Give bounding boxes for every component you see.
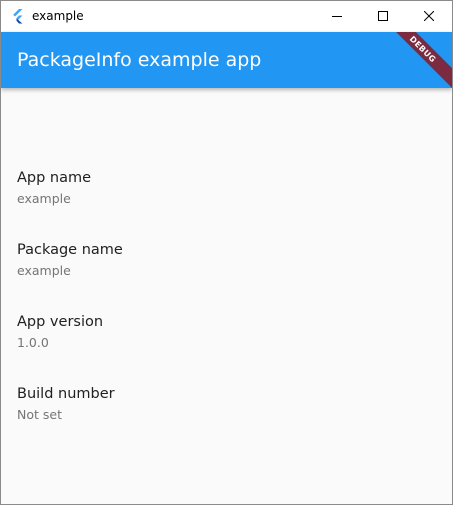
app-window: example PackageInfo example app DEBUG Ap… xyxy=(0,0,453,505)
list-item-subtitle: example xyxy=(17,263,71,278)
flutter-logo-icon xyxy=(10,8,26,24)
list-item-subtitle: example xyxy=(17,191,71,206)
debug-banner: DEBUG xyxy=(379,32,452,88)
list-item-title: Build number xyxy=(17,386,115,402)
list-item-app-version: App version 1.0.0 xyxy=(17,313,103,351)
debug-banner-label: DEBUG xyxy=(408,34,438,64)
list-item-app-name: App name example xyxy=(17,169,91,207)
app-bar-title: PackageInfo example app xyxy=(17,49,262,71)
list-item-subtitle: 1.0.0 xyxy=(17,335,49,350)
window-title: example xyxy=(32,9,84,23)
close-icon xyxy=(424,11,434,21)
list-item-title: Package name xyxy=(17,242,123,258)
maximize-icon xyxy=(378,11,388,21)
list-item-title: App name xyxy=(17,170,92,186)
close-button[interactable] xyxy=(406,1,452,31)
list-item-package-name: Package name example xyxy=(17,241,123,279)
app-bar: PackageInfo example app DEBUG xyxy=(1,32,452,88)
minimize-button[interactable] xyxy=(314,1,360,31)
list-item-subtitle: Not set xyxy=(17,407,62,422)
maximize-button[interactable] xyxy=(360,1,406,31)
minimize-icon xyxy=(332,16,342,17)
list-item-build-number: Build number Not set xyxy=(17,385,115,423)
list-item-title: App version xyxy=(17,314,104,330)
window-titlebar[interactable]: example xyxy=(1,1,452,31)
